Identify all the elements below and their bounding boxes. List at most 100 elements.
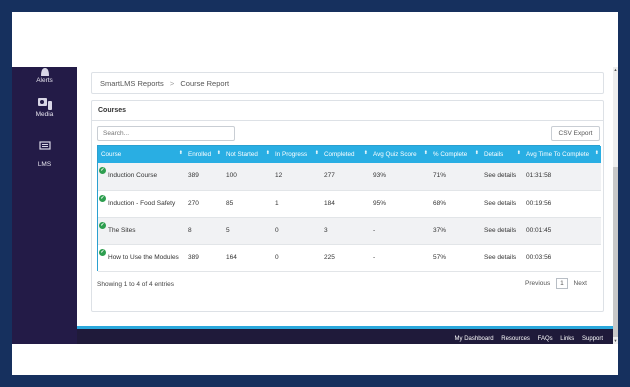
table-row: ✓ The Sites 8 5 0 3 - 37% See details 00:…	[98, 217, 601, 244]
scroll-thumb[interactable]	[613, 167, 618, 337]
sort-icon: ⬍	[594, 150, 599, 156]
status-check-icon: ✓	[99, 248, 106, 256]
sidebar-item-label: Media	[35, 111, 54, 118]
scrollbar[interactable]: ▲ ▼	[613, 67, 618, 344]
details-link[interactable]: See details	[481, 244, 523, 271]
sidebar-item-media[interactable]: Media	[12, 97, 77, 118]
main-content: SmartLMS Reports > Course Report Courses…	[77, 67, 613, 344]
breadcrumb-current: Course Report	[180, 79, 230, 88]
sidebar-item-lms[interactable]: LMS	[12, 141, 77, 168]
status-check-icon: ✓	[99, 221, 106, 229]
cell-in-progress: 0	[275, 253, 279, 261]
cell-enrolled: 270	[188, 199, 199, 207]
column-header-not-started[interactable]: Not Started ⬍	[223, 146, 272, 163]
panel-title: Courses	[98, 107, 127, 114]
cell-in-progress: 1	[275, 199, 279, 207]
bell-icon	[40, 68, 49, 76]
csv-export-button[interactable]: CSV Export	[551, 126, 600, 141]
search-input[interactable]	[97, 126, 235, 141]
column-header-avg-time[interactable]: Avg Time To Complete ⬍	[523, 146, 601, 163]
cell-not-started: 5	[226, 226, 230, 234]
cell-avg-quiz: 93%	[373, 172, 387, 180]
column-header-completed[interactable]: Completed ⬍	[321, 146, 370, 163]
table-row: ✓ Induction Course 389 100 12 277 93% 71%…	[98, 163, 601, 190]
cell-percent-complete: 37%	[433, 226, 447, 234]
cell-not-started: 100	[226, 172, 237, 180]
sort-icon: ⬍	[178, 150, 183, 156]
breadcrumb: SmartLMS Reports > Course Report	[91, 72, 604, 94]
sort-icon: ⬍	[474, 150, 479, 156]
footer-links: My Dashboard Resources FAQs Links Suppor…	[449, 336, 603, 342]
sidebar: Alerts Media LMS	[12, 67, 77, 344]
panel-divider	[92, 120, 603, 121]
footer-link-links[interactable]: Links	[560, 336, 574, 342]
details-link[interactable]: See details	[481, 163, 523, 190]
lms-icon	[38, 141, 51, 150]
status-check-icon: ✓	[99, 194, 106, 202]
footer: My Dashboard Resources FAQs Links Suppor…	[77, 326, 613, 344]
cell-course: ✓ The Sites	[99, 221, 136, 234]
cell-avg-quiz: -	[373, 253, 376, 261]
cell-course: ✓ Induction Course	[99, 167, 158, 180]
cell-completed: 225	[324, 253, 335, 261]
table-row: ✓ How to Use the Modules 389 164 0 225 - …	[98, 244, 601, 271]
column-header-details[interactable]: Details ⬍	[481, 146, 523, 163]
top-bar	[12, 12, 618, 67]
cell-completed: 184	[324, 199, 335, 207]
footer-link-faqs[interactable]: FAQs	[538, 336, 553, 342]
media-icon	[37, 98, 52, 110]
sort-icon: ⬍	[363, 150, 368, 156]
sort-icon: ⬍	[516, 150, 521, 156]
cell-enrolled: 8	[188, 226, 192, 234]
cell-avg-time: 01:31:58	[526, 172, 552, 180]
column-header-percent-complete[interactable]: % Complete ⬍	[430, 146, 481, 163]
details-link[interactable]: See details	[481, 217, 523, 244]
sidebar-item-label: LMS	[37, 161, 52, 168]
cell-not-started: 85	[226, 199, 234, 207]
cell-in-progress: 0	[275, 226, 279, 234]
column-header-avg-quiz-score[interactable]: Avg Quiz Score ⬍	[370, 146, 430, 163]
sidebar-item-label: Alerts	[36, 77, 53, 84]
cell-percent-complete: 68%	[433, 199, 447, 207]
cell-avg-time: 00:03:56	[526, 253, 552, 261]
courses-panel: Courses CSV Export Course⬍ Enrolled⬍ Not…	[91, 100, 604, 312]
pagination: Previous 1 Next	[525, 278, 587, 292]
column-header-course[interactable]: Course ⬍	[98, 146, 185, 163]
cell-in-progress: 12	[275, 172, 283, 180]
footer-link-support[interactable]: Support	[582, 336, 603, 342]
course-table: Course ⬍ Enrolled ⬍ Not Started ⬍ In Progre…	[97, 145, 601, 271]
cell-completed: 277	[324, 172, 335, 180]
cell-percent-complete: 57%	[433, 253, 447, 261]
cell-percent-complete: 71%	[433, 172, 447, 180]
sort-icon: ⬍	[216, 150, 221, 156]
table-row: ✓ Induction - Food Safety 270 85 1 184 95…	[98, 190, 601, 217]
cell-avg-time: 00:19:56	[526, 199, 552, 207]
page-bottom-area	[12, 344, 618, 375]
details-link[interactable]: See details	[481, 190, 523, 217]
page-button[interactable]: 1	[556, 278, 568, 289]
entries-info: Showing 1 to 4 of 4 entries	[97, 281, 174, 288]
cell-enrolled: 389	[188, 253, 199, 261]
cell-avg-time: 00:01:45	[526, 226, 552, 234]
scroll-up-icon[interactable]: ▲	[613, 67, 618, 73]
breadcrumb-root[interactable]: SmartLMS Reports	[100, 79, 164, 88]
footer-link-resources[interactable]: Resources	[501, 336, 530, 342]
previous-button[interactable]: Previous	[525, 280, 550, 287]
cell-completed: 3	[324, 226, 328, 234]
sort-icon: ⬍	[265, 150, 270, 156]
app-frame: Alerts Media LMS SmartLMS Reports > Cour…	[12, 12, 618, 375]
cell-course: ✓ Induction - Food Safety	[99, 194, 176, 207]
cell-not-started: 164	[226, 253, 237, 261]
table-header-row: Course ⬍ Enrolled ⬍ Not Started ⬍ In Progre…	[98, 146, 601, 163]
breadcrumb-separator: >	[169, 79, 175, 88]
column-header-in-progress[interactable]: In Progress ⬍	[272, 146, 321, 163]
sort-icon: ⬍	[314, 150, 319, 156]
cell-course: ✓ How to Use the Modules	[99, 248, 179, 261]
next-button[interactable]: Next	[574, 280, 587, 287]
sidebar-item-alerts[interactable]: Alerts	[12, 67, 77, 84]
cell-enrolled: 389	[188, 172, 199, 180]
column-header-enrolled[interactable]: Enrolled ⬍	[185, 146, 223, 163]
cell-avg-quiz: -	[373, 226, 376, 234]
footer-link-dashboard[interactable]: My Dashboard	[455, 336, 494, 342]
footer-accent-bar	[77, 326, 613, 329]
